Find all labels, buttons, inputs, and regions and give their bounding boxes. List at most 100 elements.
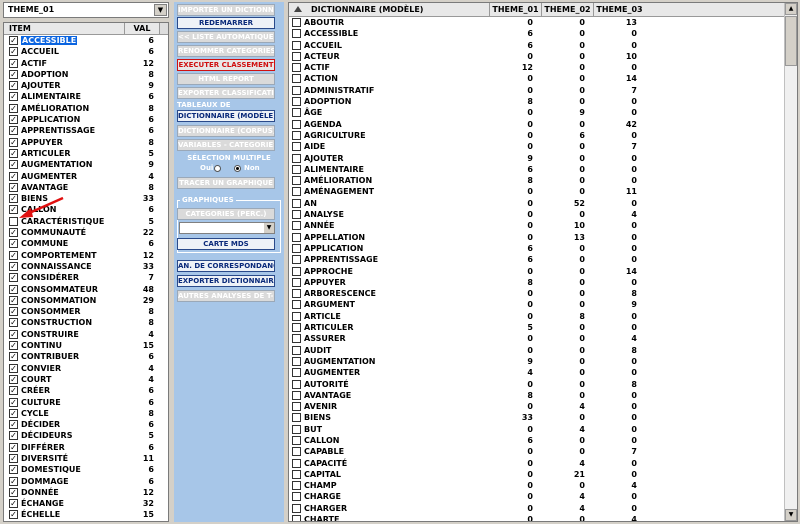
col-dictionary-header[interactable]: DICTIONNAIRE (MODÈLE) (311, 5, 423, 14)
col-theme03-header[interactable]: THEME_03 (593, 3, 645, 16)
row-checkbox[interactable] (292, 368, 301, 378)
list-item[interactable]: ✓ COMMUNE 6 (4, 238, 168, 249)
rename-categories-button[interactable]: RENOMMER CATEGORIES (177, 45, 275, 57)
row-checkbox[interactable] (292, 176, 301, 186)
table-row[interactable]: ACTION 0 0 14 (289, 73, 797, 84)
table-row[interactable]: CHARTE 0 0 4 (289, 514, 797, 521)
item-checkbox[interactable]: ✓ (9, 92, 18, 102)
row-checkbox[interactable] (292, 300, 301, 310)
variables-categories-button[interactable]: VARIABLES - CATEGORIES (177, 139, 275, 151)
row-checkbox[interactable] (292, 187, 301, 197)
row-checkbox[interactable] (292, 390, 301, 400)
item-checkbox[interactable]: ✓ (9, 284, 18, 294)
table-row[interactable]: APPRENTISSAGE 6 0 0 (289, 254, 797, 265)
scroll-thumb[interactable] (785, 16, 797, 66)
list-item[interactable]: ✓ CONVIER 4 (4, 363, 168, 374)
table-row[interactable]: ACCUEIL 6 0 0 (289, 40, 797, 51)
correspondence-analysis-button[interactable]: AN. DE CORRESPONDANCES (177, 260, 275, 272)
item-checkbox[interactable]: ✓ (9, 307, 18, 317)
run-classification-button[interactable]: EXECUTER CLASSEMENT (177, 59, 275, 71)
list-item[interactable]: ✓ ALIMENTAIRE 6 (4, 91, 168, 102)
table-row[interactable]: ARGUMENT 0 0 9 (289, 299, 797, 310)
row-checkbox[interactable] (292, 97, 301, 107)
row-checkbox[interactable] (292, 323, 301, 333)
scroll-down-icon[interactable]: ▼ (785, 509, 797, 521)
col-theme02-header[interactable]: THEME_02 (541, 3, 593, 16)
row-checkbox[interactable] (292, 29, 301, 39)
scroll-up-icon[interactable]: ▲ (785, 3, 797, 15)
item-checkbox[interactable]: ✓ (9, 374, 18, 384)
col-val-header[interactable]: VAL (124, 23, 159, 34)
list-item[interactable]: ✓ ACCUEIL 6 (4, 46, 168, 57)
plot-chart-button[interactable]: TRACER UN GRAPHIQUE (177, 177, 275, 189)
item-checkbox[interactable]: ✓ (9, 171, 18, 181)
item-checkbox[interactable]: ✓ (9, 408, 18, 418)
item-checkbox[interactable]: ✓ (9, 126, 18, 136)
row-checkbox[interactable] (292, 198, 301, 208)
row-checkbox[interactable] (292, 119, 301, 129)
list-item[interactable]: ✓ CALLON 6 (4, 204, 168, 215)
item-checkbox[interactable]: ✓ (9, 103, 18, 113)
row-checkbox[interactable] (292, 458, 301, 468)
row-checkbox[interactable] (292, 481, 301, 491)
table-row[interactable]: CAPACITÉ 0 4 0 (289, 458, 797, 469)
row-checkbox[interactable] (292, 277, 301, 287)
list-item[interactable]: ✓ CRÉER 6 (4, 385, 168, 396)
list-item[interactable]: ✓ CONSIDÉRER 7 (4, 272, 168, 283)
list-item[interactable]: ✓ÉCOLOGIE6 (4, 521, 168, 522)
row-checkbox[interactable] (292, 130, 301, 140)
table-row[interactable]: APPLICATION 6 0 0 (289, 243, 797, 254)
row-checkbox[interactable] (292, 164, 301, 174)
list-item[interactable]: ✓ CYCLE 8 (4, 408, 168, 419)
table-row[interactable]: ACTIF 12 0 0 (289, 62, 797, 73)
table-row[interactable]: ARTICULER 5 0 0 (289, 322, 797, 333)
table-row[interactable]: AVENIR 0 4 0 (289, 401, 797, 412)
row-checkbox[interactable] (292, 435, 301, 445)
row-checkbox[interactable] (292, 74, 301, 84)
row-checkbox[interactable] (292, 266, 301, 276)
item-checkbox[interactable]: ✓ (9, 58, 18, 68)
list-item[interactable]: ✓ DÉCIDER 6 (4, 419, 168, 430)
row-checkbox[interactable] (292, 210, 301, 220)
item-checkbox[interactable]: ✓ (9, 47, 18, 57)
theme-select[interactable]: THEME_01 ▼ (3, 2, 169, 18)
row-checkbox[interactable] (292, 469, 301, 479)
chevron-down-icon[interactable]: ▼ (154, 4, 167, 16)
table-row[interactable]: BIENS 33 0 0 (289, 412, 797, 423)
list-item[interactable]: ✓ CULTURE 6 (4, 397, 168, 408)
row-checkbox[interactable] (292, 345, 301, 355)
list-item[interactable]: ✓ COMPORTEMENT 12 (4, 250, 168, 261)
other-analyses-button[interactable]: AUTRES ANALYSES DE T-LAB (177, 290, 275, 302)
item-checkbox[interactable]: ✓ (9, 295, 18, 305)
item-checkbox[interactable]: ✓ (9, 420, 18, 430)
table-row[interactable]: ARTICLE 0 8 0 (289, 311, 797, 322)
restart-button[interactable]: REDEMARRER (177, 17, 275, 29)
export-classification-button[interactable]: EXPORTER CLASSIFICATION (177, 87, 275, 99)
list-item[interactable]: ✓ AJOUTER 9 (4, 80, 168, 91)
list-item[interactable]: ✓ DOMMAGE 6 (4, 476, 168, 487)
item-checkbox[interactable]: ✓ (9, 510, 18, 520)
list-item[interactable]: ✓ COURT 4 (4, 374, 168, 385)
html-report-button[interactable]: HTML REPORT (177, 73, 275, 85)
chevron-down-icon[interactable]: ▼ (264, 223, 274, 233)
item-checkbox[interactable]: ✓ (9, 352, 18, 362)
item-list[interactable]: ITEM VAL ✓ ACCESSIBLE 6 ✓ ACCUEIL 6 ✓ ACTIF 12 ✓ A… (3, 22, 169, 522)
list-item[interactable]: ✓ DONNÉE 12 (4, 487, 168, 498)
row-checkbox[interactable] (292, 221, 301, 231)
row-checkbox[interactable] (292, 63, 301, 73)
row-checkbox[interactable] (292, 18, 301, 27)
table-row[interactable]: CAPITAL 0 21 0 (289, 469, 797, 480)
export-dictionary-button[interactable]: EXPORTER DICTIONNAIRE (177, 275, 275, 287)
item-checkbox[interactable]: ✓ (9, 194, 18, 204)
table-row[interactable]: CHAMP 0 0 4 (289, 480, 797, 491)
row-checkbox[interactable] (292, 503, 301, 513)
table-row[interactable]: AUDIT 0 0 8 (289, 345, 797, 356)
table-row[interactable]: BUT 0 4 0 (289, 424, 797, 435)
list-item[interactable]: ✓ APPUYER 8 (4, 137, 168, 148)
item-checkbox[interactable]: ✓ (9, 261, 18, 271)
list-item[interactable]: ✓ DIVERSITÉ 11 (4, 453, 168, 464)
row-checkbox[interactable] (292, 379, 301, 389)
item-checkbox[interactable] (9, 216, 18, 226)
list-item[interactable]: ✓ CONTRIBUER 6 (4, 351, 168, 362)
table-row[interactable]: CHARGER 0 4 0 (289, 503, 797, 514)
